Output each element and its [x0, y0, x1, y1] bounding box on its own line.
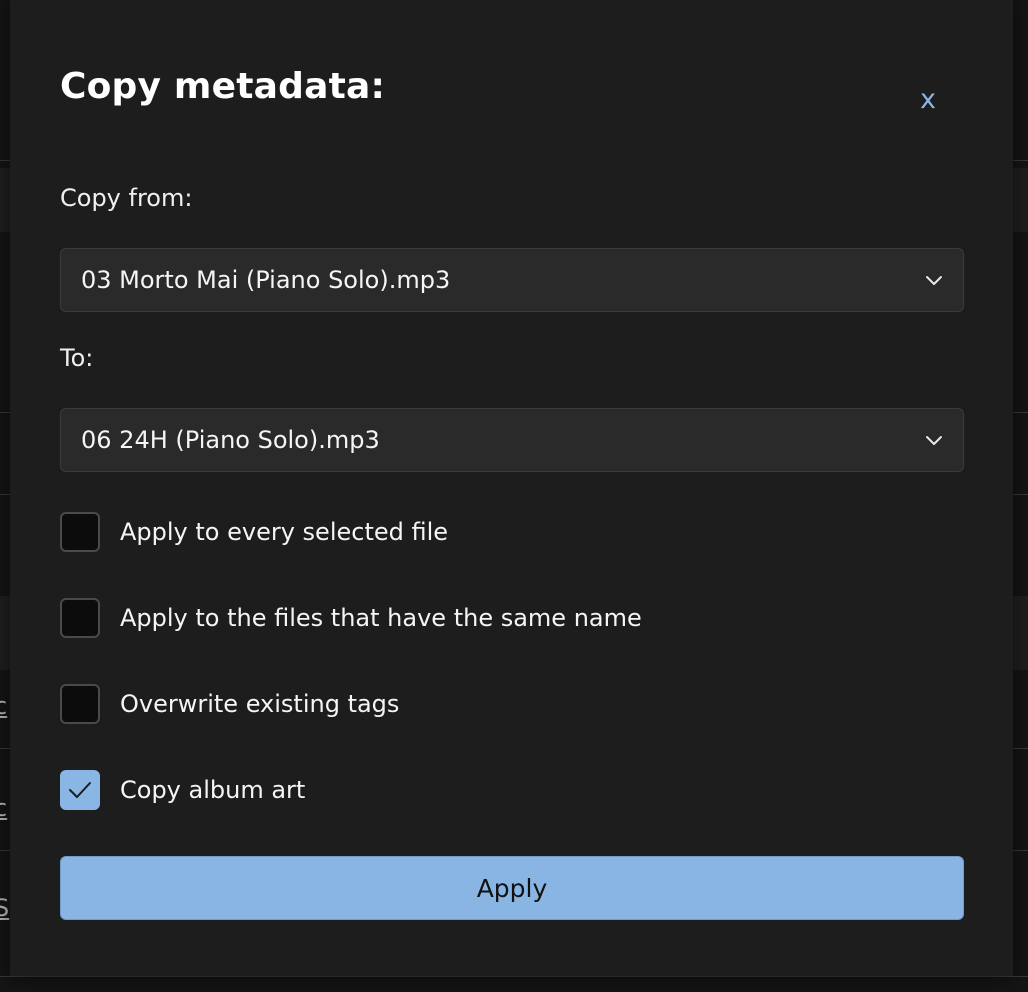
apply-button[interactable]: Apply	[60, 856, 964, 920]
checkbox[interactable]	[60, 684, 100, 724]
option-apply-same-name[interactable]: Apply to the files that have the same na…	[60, 598, 642, 638]
bg-link-fragment[interactable]: c	[0, 692, 7, 720]
checkbox-checked[interactable]	[60, 770, 100, 810]
dialog-title: Copy metadata:	[60, 66, 386, 107]
bg-divider	[0, 976, 1028, 977]
option-copy-album-art[interactable]: Copy album art	[60, 770, 305, 810]
copy-from-label: Copy from:	[60, 184, 193, 212]
checkbox[interactable]	[60, 598, 100, 638]
copy-from-value: 03 Morto Mai (Piano Solo).mp3	[81, 266, 451, 294]
close-icon[interactable]: x	[920, 84, 936, 115]
to-value: 06 24H (Piano Solo).mp3	[81, 426, 380, 454]
option-overwrite-tags[interactable]: Overwrite existing tags	[60, 684, 399, 724]
to-label: To:	[60, 344, 94, 372]
option-label: Apply to every selected file	[120, 518, 449, 546]
option-label: Copy album art	[120, 776, 306, 804]
to-select[interactable]: 06 24H (Piano Solo).mp3	[60, 408, 964, 472]
option-label: Apply to the files that have the same na…	[120, 604, 642, 632]
bg-link-fragment[interactable]: S	[0, 894, 9, 922]
copy-from-select[interactable]: 03 Morto Mai (Piano Solo).mp3	[60, 248, 964, 312]
checkmark-icon	[69, 782, 91, 798]
chevron-down-icon	[926, 436, 942, 445]
option-apply-every-selected[interactable]: Apply to every selected file	[60, 512, 448, 552]
bg-link-fragment[interactable]: c	[0, 794, 7, 822]
checkbox[interactable]	[60, 512, 100, 552]
copy-metadata-dialog: Copy metadata: x Copy from: 03 Morto Mai…	[10, 0, 1013, 976]
option-label: Overwrite existing tags	[120, 690, 400, 718]
chevron-down-icon	[926, 276, 942, 285]
